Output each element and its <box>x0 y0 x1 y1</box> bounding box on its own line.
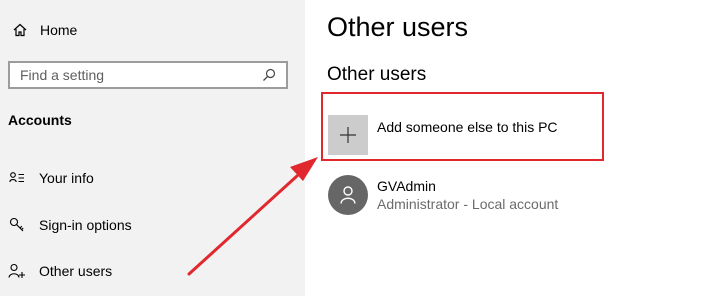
add-someone-label: Add someone else to this PC <box>377 119 558 135</box>
section-title: Other users <box>327 64 427 85</box>
search-box[interactable] <box>8 61 288 89</box>
user-name: GVAdmin <box>377 178 436 194</box>
user-avatar-icon <box>328 175 368 215</box>
sidebar-item-label: Other users <box>39 263 113 279</box>
user-info: GVAdmin Administrator - Local account <box>377 178 558 212</box>
add-someone-button[interactable]: Add someone else to this PC <box>328 115 558 155</box>
search-icon[interactable] <box>258 64 280 86</box>
sidebar-item-label: Sign-in options <box>39 217 132 233</box>
sidebar-item-other-users[interactable]: Other users <box>8 259 112 283</box>
accounts-heading: Accounts <box>8 112 72 128</box>
page-title: Other users <box>327 12 469 42</box>
user-account-gvadmin[interactable]: GVAdmin Administrator - Local account <box>328 175 558 215</box>
home-icon <box>8 18 32 42</box>
add-person-icon <box>8 262 26 280</box>
sidebar-item-label: Your info <box>39 170 94 186</box>
sidebar-home-link[interactable]: Home <box>8 18 77 42</box>
key-icon <box>8 216 26 234</box>
user-role: Administrator - Local account <box>377 196 559 212</box>
sidebar-home-label: Home <box>40 22 78 38</box>
search-input[interactable] <box>10 64 258 86</box>
sidebar: Home Accounts Your info Sign <box>0 0 305 296</box>
sidebar-item-sign-in-options[interactable]: Sign-in options <box>8 213 132 237</box>
sidebar-item-your-info[interactable]: Your info <box>8 166 94 190</box>
plus-icon <box>328 115 368 155</box>
person-card-icon <box>8 169 26 187</box>
